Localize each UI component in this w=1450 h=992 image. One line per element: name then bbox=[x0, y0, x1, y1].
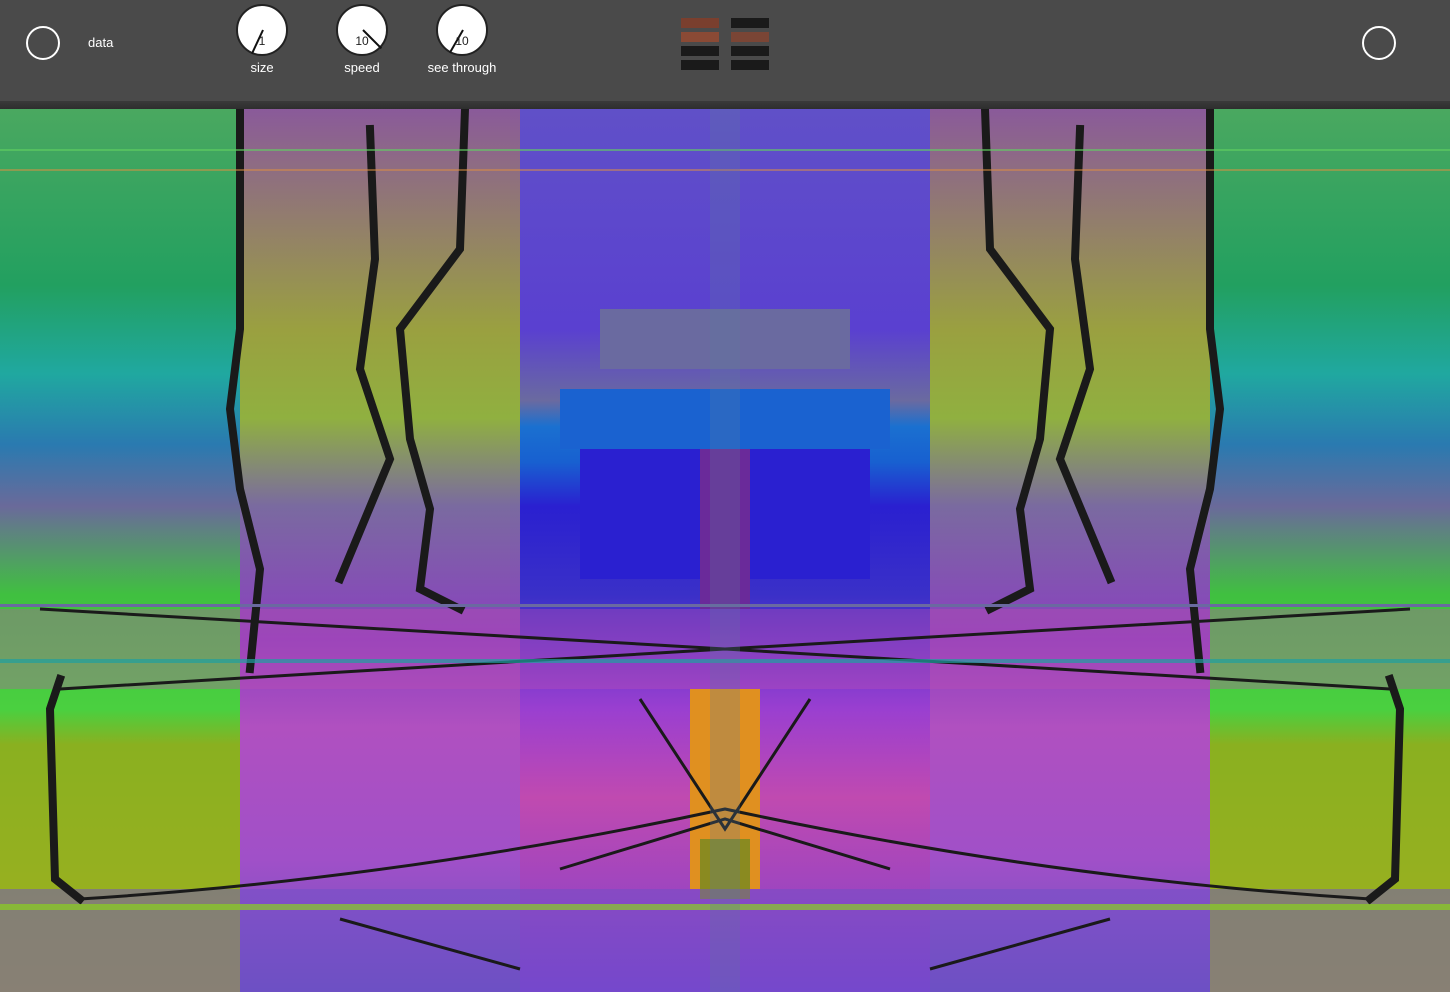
speed-knob-value: 10 bbox=[355, 34, 369, 48]
speed-knob-label: speed bbox=[344, 60, 380, 75]
palette-right-row bbox=[731, 18, 769, 28]
palette-left-row bbox=[681, 32, 719, 42]
palette-left-row bbox=[681, 60, 719, 70]
see-through-knob-label: see through bbox=[427, 60, 497, 75]
palette-left-row bbox=[681, 18, 719, 28]
toolbar: data 1 size 10 speed 10 see through bbox=[0, 0, 1450, 101]
palette-swatch-left[interactable] bbox=[681, 18, 719, 74]
palette-swatch-right[interactable] bbox=[731, 18, 769, 74]
data-label[interactable]: data bbox=[88, 35, 113, 50]
size-knob-value: 1 bbox=[258, 34, 266, 48]
palette-right-row bbox=[731, 60, 769, 70]
size-knob-group: 1 size bbox=[212, 4, 312, 84]
right-circle-button[interactable] bbox=[1362, 26, 1396, 60]
palette-right-row bbox=[731, 32, 769, 42]
visualizer-canvas[interactable] bbox=[0, 109, 1450, 992]
speed-knob-group: 10 speed bbox=[312, 4, 412, 84]
see-through-knob-group: 10 see through bbox=[412, 4, 512, 84]
visualizer-image bbox=[0, 109, 1450, 992]
left-circle-button[interactable] bbox=[26, 26, 60, 60]
see-through-knob[interactable]: 10 bbox=[436, 4, 488, 56]
palette-right-row bbox=[731, 46, 769, 56]
palette-left-row bbox=[681, 46, 719, 56]
see-through-knob-value: 10 bbox=[455, 34, 469, 48]
size-knob-label: size bbox=[250, 60, 274, 75]
size-knob[interactable]: 1 bbox=[236, 4, 288, 56]
toolbar-shadow bbox=[0, 101, 1450, 109]
speed-knob[interactable]: 10 bbox=[336, 4, 388, 56]
